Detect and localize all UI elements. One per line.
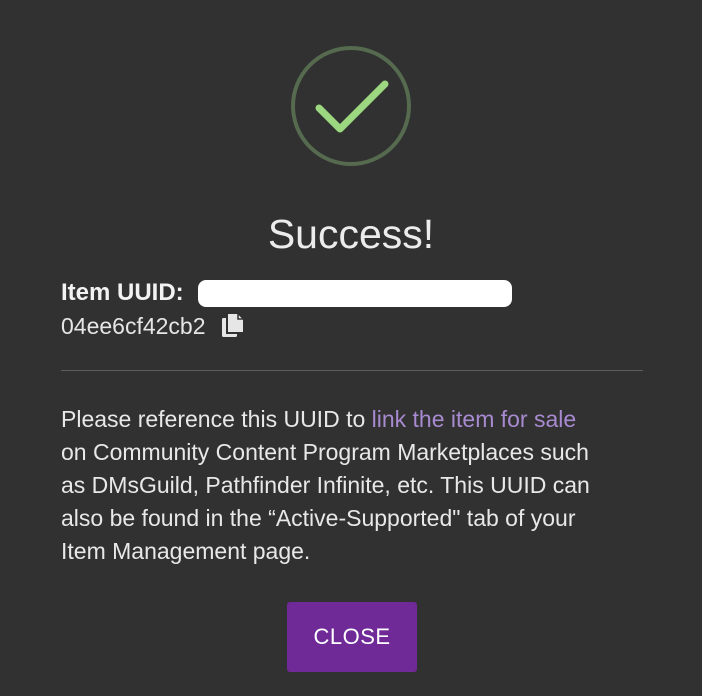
close-button[interactable]: CLOSE [287, 602, 417, 672]
message-line-2: on Community Content Program Marketplace… [61, 439, 589, 465]
copy-icon[interactable] [221, 312, 245, 338]
message-text: Please reference this UUID to [61, 406, 372, 432]
check-mark-icon [291, 46, 411, 166]
divider [61, 370, 643, 371]
success-dialog: Success! Item UUID: 04ee6cf42cb2 Please … [0, 0, 702, 696]
message-line-5: Item Management page. [61, 538, 311, 564]
uuid-value: 04ee6cf42cb2 [61, 313, 206, 339]
message-line-3: as DMsGuild, Pathfinder Infinite, etc. T… [61, 472, 590, 498]
message-line-4: also be found in the “Active-Supported" … [61, 505, 576, 531]
link-item-for-sale[interactable]: link the item for sale [372, 406, 577, 432]
dialog-title: Success! [267, 211, 435, 257]
uuid-redaction-bar [198, 280, 512, 307]
uuid-instructions: Please reference this UUID to link the i… [61, 403, 651, 568]
message-line-1: Please reference this UUID to link the i… [61, 403, 651, 436]
uuid-label: Item UUID: [61, 279, 184, 306]
